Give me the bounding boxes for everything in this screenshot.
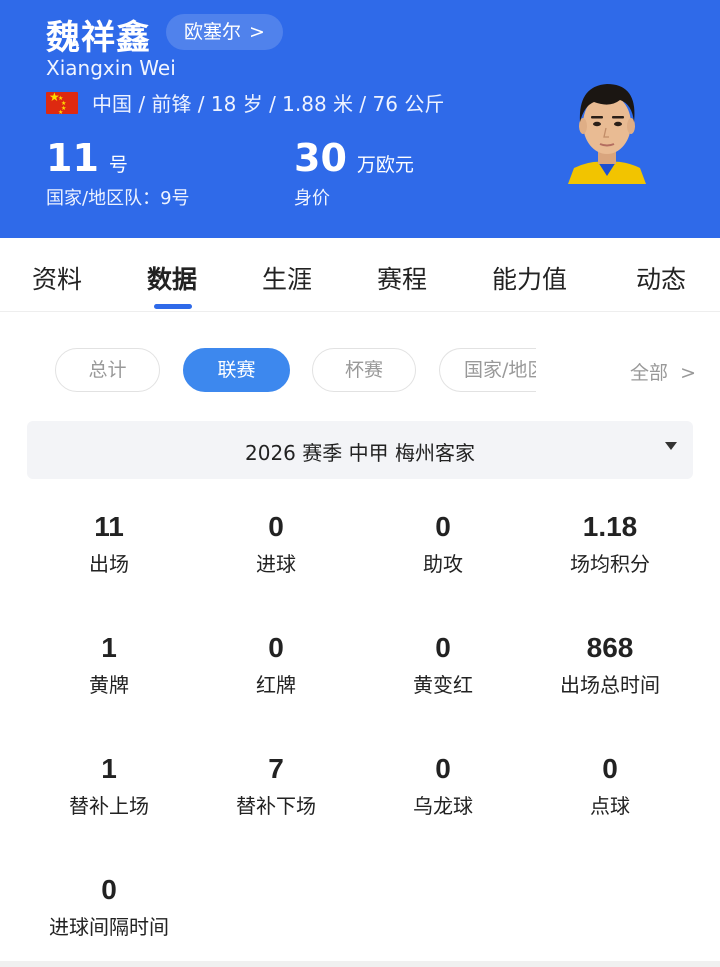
stat-label: 替补上场 [69, 794, 149, 818]
player-info-row: ★ ★ ★ ★ ★ 中国 / 前锋 / 18 岁 / 1.88 米 / 76 公斤 [46, 88, 444, 117]
market-value-label: 身价 [294, 188, 330, 209]
season-label: 2026 赛季 中甲 梅州客家 [245, 441, 475, 465]
china-flag-icon: ★ ★ ★ ★ ★ [46, 91, 78, 116]
stat-goals: 0 进球 [186, 510, 366, 576]
shirt-number-unit: 号 [108, 154, 128, 176]
tab-schedule[interactable]: 赛程 [377, 260, 427, 296]
stat-avg-points: 1.18 场均积分 [520, 510, 700, 576]
stat-value: 0 [435, 632, 451, 663]
dropdown-caret-icon [665, 442, 677, 450]
stat-value: 0 [435, 511, 451, 542]
market-value-unit: 万欧元 [356, 154, 414, 176]
stat-value: 0 [101, 874, 117, 905]
player-header: 魏祥鑫 欧塞尔 > Xiangxin Wei ★ ★ ★ ★ ★ 中国 / 前锋 / 18… [0, 0, 720, 238]
stat-penalties: 0 点球 [520, 752, 700, 818]
stat-goal-interval: 0 进球间隔时间 [19, 873, 199, 939]
stat-value: 7 [268, 753, 284, 784]
tab-career[interactable]: 生涯 [262, 260, 312, 296]
stat-value: 1 [101, 753, 117, 784]
filter-total[interactable]: 总计 [55, 348, 160, 392]
season-selector[interactable]: 2026 赛季 中甲 梅州客家 [27, 421, 693, 479]
stat-minutes-played: 868 出场总时间 [520, 631, 700, 697]
bottom-divider [0, 961, 720, 967]
stat-value: 0 [268, 511, 284, 542]
stat-value: 868 [586, 632, 634, 663]
player-avatar [560, 64, 654, 184]
tab-ability[interactable]: 能力值 [492, 260, 567, 296]
all-filters-label: 全部 [630, 362, 669, 384]
all-filters-link[interactable]: 全部 > [630, 358, 696, 385]
team-link-label: 欧塞尔 [184, 21, 242, 43]
stat-value: 0 [602, 753, 618, 784]
tab-bar: 资料 数据 生涯 赛程 能力值 动态 [0, 238, 720, 312]
stat-label: 进球间隔时间 [49, 915, 169, 939]
chevron-right-icon: > [680, 362, 696, 384]
stat-label: 出场总时间 [560, 673, 660, 697]
market-value: 30 [294, 136, 347, 180]
stat-label: 点球 [590, 794, 630, 818]
stat-sub-off: 7 替补下场 [186, 752, 366, 818]
stat-label: 助攻 [423, 552, 463, 576]
stat-label: 黄牌 [89, 673, 129, 697]
filter-league[interactable]: 联赛 [183, 348, 290, 392]
stat-label: 黄变红 [413, 673, 473, 697]
national-team-number: 国家/地区队：9号 [46, 188, 190, 209]
player-name-en: Xiangxin Wei [46, 56, 176, 80]
stat-label: 红牌 [256, 673, 296, 697]
stat-value: 0 [435, 753, 451, 784]
stat-red-cards: 0 红牌 [186, 631, 366, 697]
filter-national-team[interactable]: 国家/地区 [439, 348, 536, 392]
stat-label: 乌龙球 [413, 794, 473, 818]
shirt-number: 11 [46, 136, 99, 180]
stat-own-goals: 0 乌龙球 [353, 752, 533, 818]
stat-assists: 0 助攻 [353, 510, 533, 576]
stat-label: 进球 [256, 552, 296, 576]
stat-label: 出场 [89, 552, 129, 576]
active-tab-indicator [154, 304, 192, 309]
stat-second-yellow: 0 黄变红 [353, 631, 533, 697]
stat-appearances: 11 出场 [19, 510, 199, 576]
tab-profile[interactable]: 资料 [32, 260, 82, 296]
stat-label: 替补下场 [236, 794, 316, 818]
stat-value: 11 [94, 511, 124, 542]
stat-yellow-cards: 1 黄牌 [19, 631, 199, 697]
shirt-number-block: 11 号 国家/地区队：9号 [46, 136, 190, 210]
stat-label: 场均积分 [570, 552, 650, 576]
player-name-cn: 魏祥鑫 [46, 18, 151, 58]
filter-cup[interactable]: 杯赛 [312, 348, 416, 392]
chevron-right-icon: > [249, 21, 265, 43]
tab-news[interactable]: 动态 [636, 260, 686, 296]
stat-value: 0 [268, 632, 284, 663]
stat-value: 1.18 [582, 511, 638, 542]
player-info-text: 中国 / 前锋 / 18 岁 / 1.88 米 / 76 公斤 [92, 92, 445, 116]
tab-stats[interactable]: 数据 [147, 260, 197, 296]
team-link-button[interactable]: 欧塞尔 > [166, 14, 283, 50]
stat-value: 1 [101, 632, 117, 663]
market-value-block: 30 万欧元 身价 [294, 136, 414, 210]
stat-sub-on: 1 替补上场 [19, 752, 199, 818]
